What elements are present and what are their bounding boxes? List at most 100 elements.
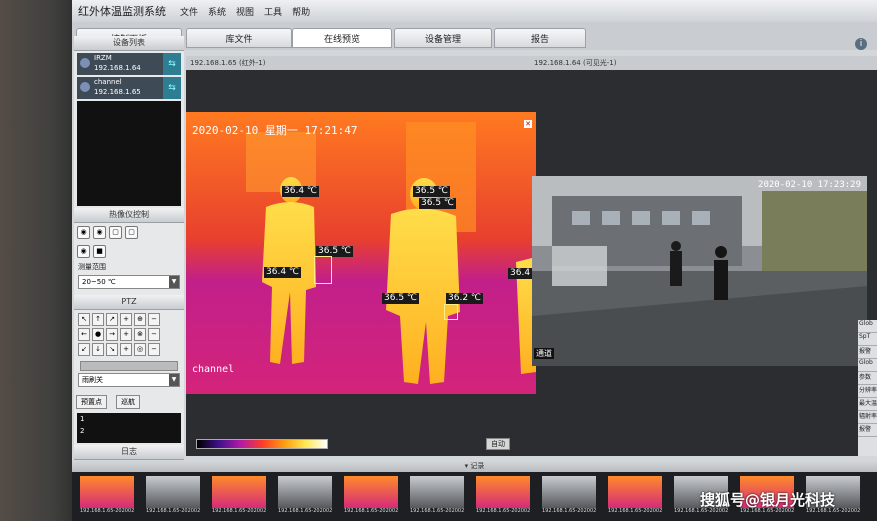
thumbnail-caption: 192.168.1.65-202002...: [146, 508, 200, 514]
app-title: 红外体温监测系统: [78, 5, 166, 18]
device-name: channel: [94, 78, 122, 86]
param-item: 分辨率: [858, 385, 877, 398]
thermal-datetime: 2020-02-10 星期一 17:21:47: [192, 124, 358, 137]
thumbnail-caption: 192.168.1.65-202002...: [608, 508, 662, 514]
range-select[interactable]: 20~50 ℃ ▼: [78, 275, 180, 289]
tab-bar: 控制面板 库文件 在线预览 设备管理 报告: [72, 22, 877, 50]
capture-button[interactable]: ▢: [109, 226, 122, 239]
iris-out-button[interactable]: −: [148, 343, 160, 356]
menu-tools[interactable]: 工具: [264, 5, 282, 18]
log-header: 日志: [74, 445, 184, 460]
tab-library[interactable]: 库文件: [186, 28, 292, 48]
visible-view[interactable]: 2020-02-10 17:23:29 通道: [532, 176, 867, 366]
snapshot-button[interactable]: ◉: [93, 226, 106, 239]
wiper-select[interactable]: 雨刷关 ▼: [78, 373, 180, 387]
color-scale-bar: [196, 439, 328, 449]
preview-area: 192.168.1.65 (红外-1) 192.168.1.64 (可见光-1): [186, 56, 877, 456]
thumbnail-image: [146, 476, 200, 508]
focus-out-button[interactable]: −: [148, 328, 160, 341]
record-bar[interactable]: ▾ 记录: [72, 460, 877, 472]
capture-thumbnail[interactable]: 192.168.1.65-202002...: [278, 476, 332, 518]
iris-in-button[interactable]: +: [120, 343, 132, 356]
close-icon[interactable]: ✕: [524, 120, 532, 128]
ptz-speed-slider[interactable]: [80, 361, 178, 371]
menu-system[interactable]: 系统: [208, 5, 226, 18]
focus-icon[interactable]: ⊗: [134, 328, 146, 341]
capture-thumbnail[interactable]: 192.168.1.65-202002...: [476, 476, 530, 518]
range-label: 测量范围: [78, 263, 106, 271]
param-item: 报警: [858, 424, 877, 437]
connect-arrow-icon[interactable]: ⇆: [163, 53, 181, 75]
ptz-down-right[interactable]: ↘: [106, 343, 118, 356]
focus-in-button[interactable]: +: [120, 328, 132, 341]
thumbnail-image: [608, 476, 662, 508]
zoom-out-button[interactable]: −: [148, 313, 160, 326]
connect-arrow-icon[interactable]: ⇆: [163, 77, 181, 99]
capture-thumbnail[interactable]: 192.168.1.65-202002...: [80, 476, 134, 518]
thumbnail-image: [410, 476, 464, 508]
ptz-down-left[interactable]: ↙: [78, 343, 90, 356]
zoom-icon[interactable]: ⊕: [134, 313, 146, 326]
device-list-header: 设备列表: [74, 36, 184, 51]
preset-row[interactable]: 2: [77, 425, 181, 437]
ptz-up-right[interactable]: ↗: [106, 313, 118, 326]
menu-file[interactable]: 文件: [180, 5, 198, 18]
thermal-channel-label: channel: [192, 364, 235, 375]
param-item: SpT: [858, 333, 877, 346]
temp-label: 36.4: [508, 268, 533, 279]
device-list-area: [77, 101, 181, 206]
capture-thumbnail[interactable]: 192.168.1.65-202002...: [212, 476, 266, 518]
wiper-value: 雨刷关: [82, 376, 103, 384]
thumbnail-caption: 192.168.1.65-202002...: [476, 508, 530, 514]
ptz-up[interactable]: ↑: [92, 313, 104, 326]
temp-label: 36.4 ℃: [264, 267, 302, 278]
tab-report[interactable]: 报告: [494, 28, 586, 48]
preset-button[interactable]: 预置点: [76, 395, 107, 409]
param-item: 辐射率: [858, 411, 877, 424]
capture-thumbnail[interactable]: 192.168.1.65-202002...: [608, 476, 662, 518]
auto-button[interactable]: 自动: [486, 438, 510, 450]
capture-thumbnail[interactable]: 192.168.1.65-202002...: [344, 476, 398, 518]
menu-view[interactable]: 视图: [236, 5, 254, 18]
visible-tag: 通道: [534, 348, 554, 359]
ptz-grid: ↖ ↑ ↗ + ⊕ − ← ● → + ⊗ − ↙ ↓ ↘ + ◎ −: [74, 310, 184, 359]
param-item: 报警: [858, 346, 877, 359]
chevron-down-icon: ▼: [169, 374, 179, 386]
temp-label: 36.5 ℃: [382, 293, 420, 304]
ptz-down[interactable]: ↓: [92, 343, 104, 356]
record-button[interactable]: ◉: [77, 226, 90, 239]
app-screen: 红外体温监测系统 文件 系统 视图 工具 帮助 控制面板 库文件 在线预览 设备…: [72, 0, 877, 521]
capture-thumbnail[interactable]: 192.168.1.65-202002...: [146, 476, 200, 518]
thumbnail-image: [212, 476, 266, 508]
patrol-button[interactable]: 巡航: [116, 395, 141, 409]
info-icon[interactable]: i: [855, 38, 867, 50]
thermal-control-buttons: ◉ ◉ ▢ ▢: [74, 223, 184, 242]
ptz-left[interactable]: ←: [78, 328, 90, 341]
ptz-header: PTZ: [74, 295, 184, 310]
device-item-irzm[interactable]: IRZM 192.168.1.64 ⇆: [77, 53, 181, 75]
capture-thumbnail[interactable]: 192.168.1.65-202002...: [542, 476, 596, 518]
focus-button[interactable]: ◉: [77, 245, 90, 258]
thermal-image: [186, 112, 536, 394]
tab-device-management[interactable]: 设备管理: [394, 28, 492, 48]
ptz-center[interactable]: ●: [92, 328, 104, 341]
menu-help[interactable]: 帮助: [292, 5, 310, 18]
thumbnail-caption: 192.168.1.65-202002...: [542, 508, 596, 514]
temp-label: 36.5 ℃: [413, 186, 451, 197]
detection-box: [314, 256, 332, 284]
iris-icon[interactable]: ◎: [134, 343, 146, 356]
device-item-channel[interactable]: channel 192.168.1.65 ⇆: [77, 77, 181, 99]
stop-button[interactable]: ▢: [125, 226, 138, 239]
thermal-control-buttons-2: ◉ ■: [74, 242, 184, 261]
ptz-right[interactable]: →: [106, 328, 118, 341]
zoom-in-button[interactable]: +: [120, 313, 132, 326]
thermal-view[interactable]: 2020-02-10 星期一 17:21:47 channel 36.4 ℃ 3…: [186, 112, 536, 394]
ptz-up-left[interactable]: ↖: [78, 313, 90, 326]
calibrate-button[interactable]: ■: [93, 245, 106, 258]
device-name: IRZM: [94, 54, 112, 62]
capture-thumbnail[interactable]: 192.168.1.65-202002...: [410, 476, 464, 518]
preset-row[interactable]: 1: [77, 413, 181, 425]
param-item: Glob: [858, 359, 877, 372]
range-value: 20~50 ℃: [82, 278, 116, 286]
tab-live-preview[interactable]: 在线预览: [292, 28, 392, 48]
